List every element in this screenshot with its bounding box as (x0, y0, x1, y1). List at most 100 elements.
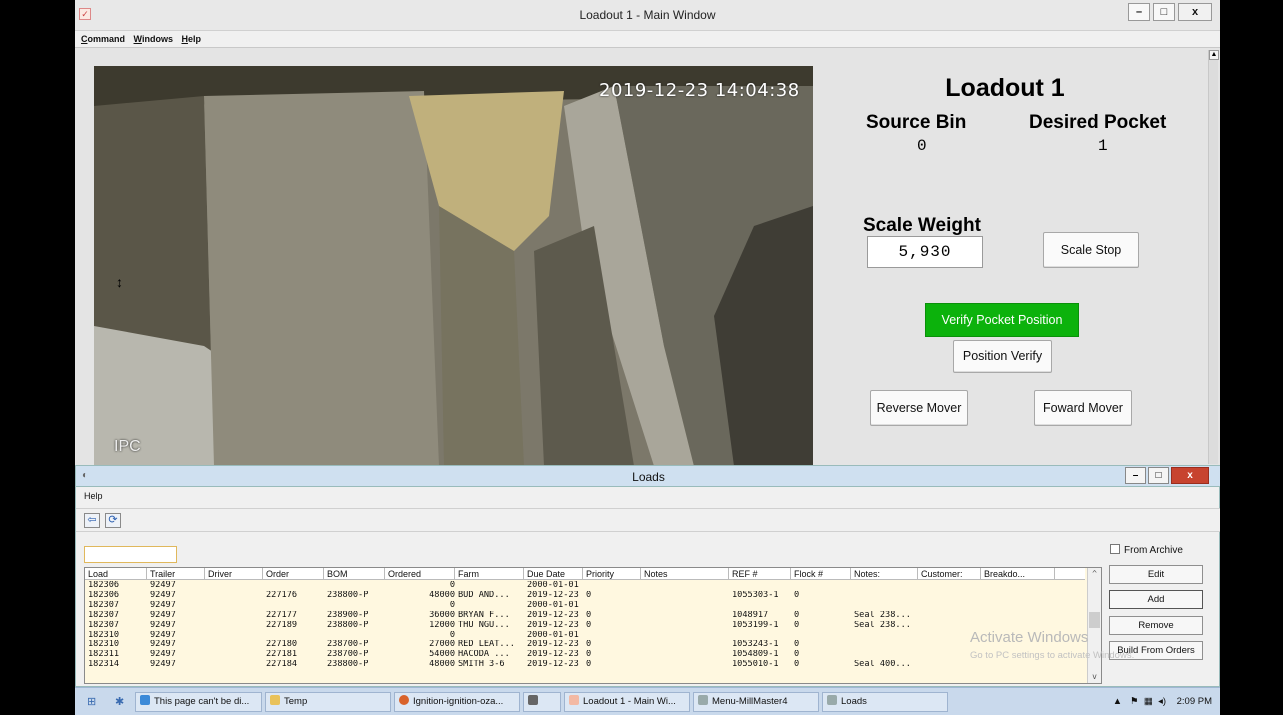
close-button[interactable]: x (1178, 3, 1212, 21)
table-row[interactable]: 182311 92497 227181 238700-P 54000 HACODA ...… (85, 650, 1085, 659)
taskbar-item-loadout[interactable]: Loadout 1 - Main Wi... (564, 692, 690, 712)
table-row[interactable]: 182307 92497 227189 238800-P 12000 THU NGU...… (85, 621, 1085, 630)
add-button[interactable]: Add (1109, 590, 1203, 609)
menu-help[interactable]: Help (181, 31, 201, 47)
table-cell: 0 (794, 610, 800, 620)
table-cell: BUD AND... (458, 590, 510, 600)
table-row[interactable]: 182310 92497 0 2000-01-01 (85, 631, 1085, 640)
column-header[interactable]: Breakdo... (981, 568, 1055, 580)
column-header[interactable]: Due Date (524, 568, 583, 580)
table-cell: 2000-01-01 (527, 630, 579, 640)
table-cell: 2000-01-01 (527, 600, 579, 610)
reverse-mover-button[interactable]: Reverse Mover (870, 390, 968, 426)
table-cell: 0 (586, 590, 592, 600)
taskbar-item-app[interactable] (523, 692, 561, 712)
position-verify-button[interactable]: Position Verify (953, 340, 1052, 373)
taskbar-item-browser[interactable]: This page can't be di... (135, 692, 262, 712)
resize-cursor-icon: ↕ (116, 274, 123, 290)
loads-minimize-button[interactable]: – (1125, 467, 1146, 484)
menu-command[interactable]: Command (81, 31, 125, 47)
remove-button[interactable]: Remove (1109, 616, 1203, 635)
volume-icon[interactable]: ◂) (1158, 696, 1166, 707)
main-content: 2019-12-23 14:04:38 IPC ↕ Loadout 1 Sour… (75, 47, 1220, 466)
table-cell: 238800-P (327, 660, 369, 670)
column-header[interactable]: Ordered (385, 568, 455, 580)
checkbox-icon[interactable] (1110, 544, 1120, 554)
taskbar-item-temp[interactable]: Temp (265, 692, 391, 712)
taskbar-item-ignition[interactable]: Ignition-ignition-oza... (394, 692, 520, 712)
maximize-button[interactable]: □ (1153, 3, 1175, 21)
back-arrow-icon[interactable]: ⇦ (84, 513, 100, 528)
table-row[interactable]: 182306 92497 227176 238800-P 48000 BUD AND...… (85, 591, 1085, 600)
column-header[interactable]: Load (85, 568, 147, 580)
desired-pocket-label: Desired Pocket (1029, 112, 1167, 133)
taskbar-item-loads[interactable]: Loads (822, 692, 948, 712)
table-cell: 0 (449, 600, 455, 610)
table-row[interactable]: 182307 92497 227177 238900-P 36000 BRYAN F...… (85, 611, 1085, 620)
column-header[interactable]: Driver (205, 568, 263, 580)
table-row[interactable]: 182310 92497 227180 238700-P 27000 RED LEAT..… (85, 640, 1085, 649)
scroll-thumb[interactable] (1089, 612, 1100, 628)
column-header[interactable]: Notes (641, 568, 729, 580)
scroll-up-icon[interactable]: ▲ (1209, 50, 1219, 60)
main-scrollbar[interactable]: ▲ (1208, 50, 1219, 464)
column-header[interactable]: Farm (455, 568, 524, 580)
table-cell: 2019-12-23 (527, 610, 579, 620)
pin-icon[interactable]: ✱ (115, 695, 124, 708)
activation-watermark-title: Activate Windows (970, 629, 1089, 646)
taskbar-item-millmaster[interactable]: Menu-MillMaster4 (693, 692, 819, 712)
edit-button[interactable]: Edit (1109, 565, 1203, 584)
loadout-title: Loadout 1 (945, 74, 1065, 102)
table-cell: 227181 (266, 650, 298, 660)
column-header[interactable]: BOM (324, 568, 385, 580)
column-header[interactable]: Trailer (147, 568, 205, 580)
menu-windows[interactable]: Windows (134, 31, 173, 47)
network-icon[interactable]: ▦ (1144, 696, 1153, 707)
table-row[interactable]: 182306 92497 0 2000-01-01 (85, 581, 1085, 590)
flag-icon[interactable]: ⚑ (1130, 696, 1139, 707)
table-cell: 182311 (88, 650, 120, 660)
table-cell: 92497 (150, 640, 176, 650)
app-icon (528, 695, 538, 705)
table-cell: 92497 (150, 600, 176, 610)
table-cell: 92497 (150, 630, 176, 640)
window-title: Loadout 1 - Main Window (579, 8, 716, 22)
table-cell: 0 (794, 660, 800, 670)
table-cell: 0 (449, 581, 455, 590)
desired-pocket-value: 1 (1098, 137, 1108, 155)
column-header[interactable]: REF # (729, 568, 791, 580)
menubar: Command Windows Help (75, 31, 1220, 47)
table-cell: 1055303-1 (732, 590, 779, 600)
ignition-icon (399, 695, 409, 705)
column-header[interactable]: Flock # (791, 568, 851, 580)
start-button-icon[interactable]: ⊞ (87, 695, 96, 708)
table-row[interactable]: 182307 92497 0 2000-01-01 (85, 601, 1085, 610)
loads-menu-help[interactable]: Help (84, 491, 103, 501)
loads-table-scrollbar[interactable]: ^ v (1087, 568, 1101, 683)
column-header[interactable]: Notes: (851, 568, 918, 580)
from-archive-checkbox[interactable]: From Archive (1110, 544, 1183, 556)
camera-feed: 2019-12-23 14:04:38 IPC ↕ (94, 66, 813, 466)
table-cell: 238800-P (327, 590, 369, 600)
filter-input[interactable] (84, 546, 177, 563)
loads-close-button[interactable]: x (1171, 467, 1209, 484)
table-row[interactable]: 182314 92497 227184 238800-P 48000 SMITH 3-6 2… (85, 660, 1085, 669)
loads-titlebar[interactable]: ◐ Loads – □ x (76, 466, 1220, 487)
refresh-icon[interactable]: ⟳ (105, 513, 121, 528)
scale-stop-button[interactable]: Scale Stop (1043, 232, 1139, 268)
column-header[interactable]: Customer: (918, 568, 981, 580)
main-window-titlebar[interactable]: ✓ Loadout 1 - Main Window – □ x (75, 0, 1220, 31)
tray-arrow-icon[interactable]: ▲ (1113, 696, 1122, 707)
column-header[interactable]: Priority (583, 568, 641, 580)
table-cell: 1048917 (732, 610, 769, 620)
loads-maximize-button[interactable]: □ (1148, 467, 1169, 484)
scroll-up-icon[interactable]: ^ (1088, 568, 1101, 580)
table-cell: 48000 (429, 660, 455, 670)
forward-mover-button[interactable]: Foward Mover (1034, 390, 1132, 426)
scroll-down-icon[interactable]: v (1088, 671, 1101, 683)
verify-pocket-position-button[interactable]: Verify Pocket Position (925, 303, 1079, 337)
minimize-button[interactable]: – (1128, 3, 1150, 21)
column-header[interactable]: Order (263, 568, 324, 580)
source-bin-label: Source Bin (866, 112, 967, 133)
clock[interactable]: 2:09 PM (1177, 696, 1212, 707)
